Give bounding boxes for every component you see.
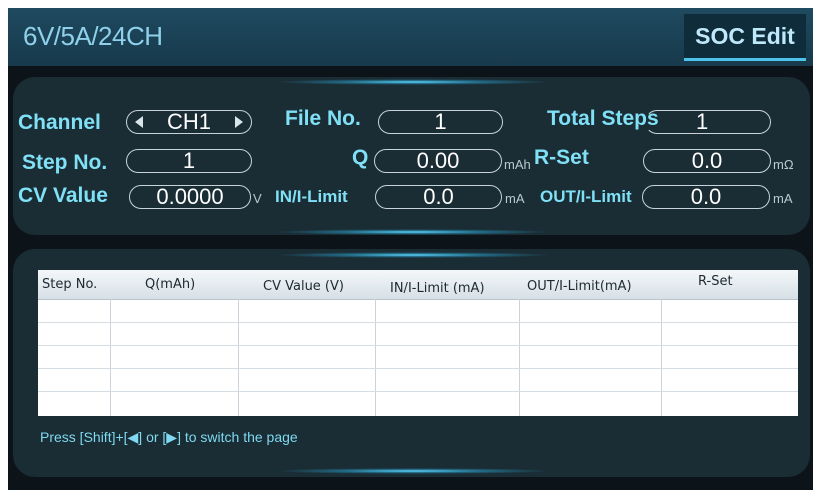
table-row[interactable] (38, 345, 798, 346)
q-field[interactable]: 0.00 (374, 149, 502, 173)
column-divider (519, 299, 520, 416)
step-no-field[interactable]: 1 (126, 149, 252, 173)
cv-value-unit: V (253, 191, 262, 206)
steps-panel-glow-top (273, 252, 553, 258)
parameter-panel: Channel CH1 File No. 1 Total Steps 1 Ste… (13, 77, 810, 235)
total-steps-label: Total Steps (547, 107, 659, 130)
r-set-field[interactable]: 0.0 (643, 149, 771, 173)
channel-label: Channel (18, 111, 101, 134)
step-no-label: Step No. (22, 151, 108, 174)
out-limit-unit: mA (773, 191, 793, 206)
table-row[interactable] (38, 322, 798, 323)
steps-table[interactable]: Step No. Q(mAh) CV Value (V) IN/I-Limit … (38, 270, 798, 416)
table-header: Step No. Q(mAh) CV Value (V) IN/I-Limit … (38, 270, 798, 300)
column-divider (110, 299, 111, 416)
file-no-field[interactable]: 1 (378, 110, 503, 134)
column-divider (238, 299, 239, 416)
cv-value-label: CV Value (18, 184, 108, 207)
q-unit: mAh (504, 157, 531, 172)
device-title: 6V/5A/24CH (23, 21, 163, 51)
column-header: OUT/I-Limit(mA) (527, 279, 632, 294)
page-switch-hint: Press [Shift]+[◀] or [▶] to switch the p… (40, 429, 298, 445)
cv-value-field[interactable]: 0.0000 (129, 185, 251, 209)
chevron-left-icon[interactable] (135, 116, 143, 128)
column-header: IN/I-Limit (mA) (390, 281, 485, 296)
column-header: Step No. (42, 277, 98, 292)
channel-selector[interactable]: CH1 (126, 110, 252, 134)
in-limit-field[interactable]: 0.0 (375, 185, 502, 209)
column-header: Q(mAh) (145, 277, 196, 292)
in-limit-label: IN/I-Limit (275, 187, 348, 206)
steps-panel-glow-bottom (273, 468, 553, 474)
panel-glow-bottom (273, 229, 553, 235)
column-header: CV Value (V) (263, 279, 344, 294)
column-header: R-Set (698, 274, 733, 289)
file-no-label: File No. (285, 107, 361, 130)
tab-soc-edit[interactable]: SOC Edit (684, 14, 806, 61)
total-steps-field: 1 (645, 110, 771, 134)
in-limit-unit: mA (505, 191, 525, 206)
q-label: Q (352, 146, 369, 169)
top-bar: 6V/5A/24CH SOC Edit (8, 8, 813, 66)
table-row[interactable] (38, 368, 798, 369)
chevron-right-icon[interactable] (235, 116, 243, 128)
panel-glow-top (273, 79, 553, 85)
table-row[interactable] (38, 391, 798, 392)
r-set-label: R-Set (534, 146, 589, 169)
r-set-unit: mΩ (773, 157, 794, 172)
column-divider (661, 299, 662, 416)
out-limit-field[interactable]: 0.0 (642, 185, 770, 209)
soc-edit-screen: 6V/5A/24CH SOC Edit Channel CH1 File No.… (8, 8, 813, 490)
out-limit-label: OUT/I-Limit (540, 187, 632, 206)
column-divider (375, 299, 376, 416)
channel-value: CH1 (166, 109, 211, 134)
